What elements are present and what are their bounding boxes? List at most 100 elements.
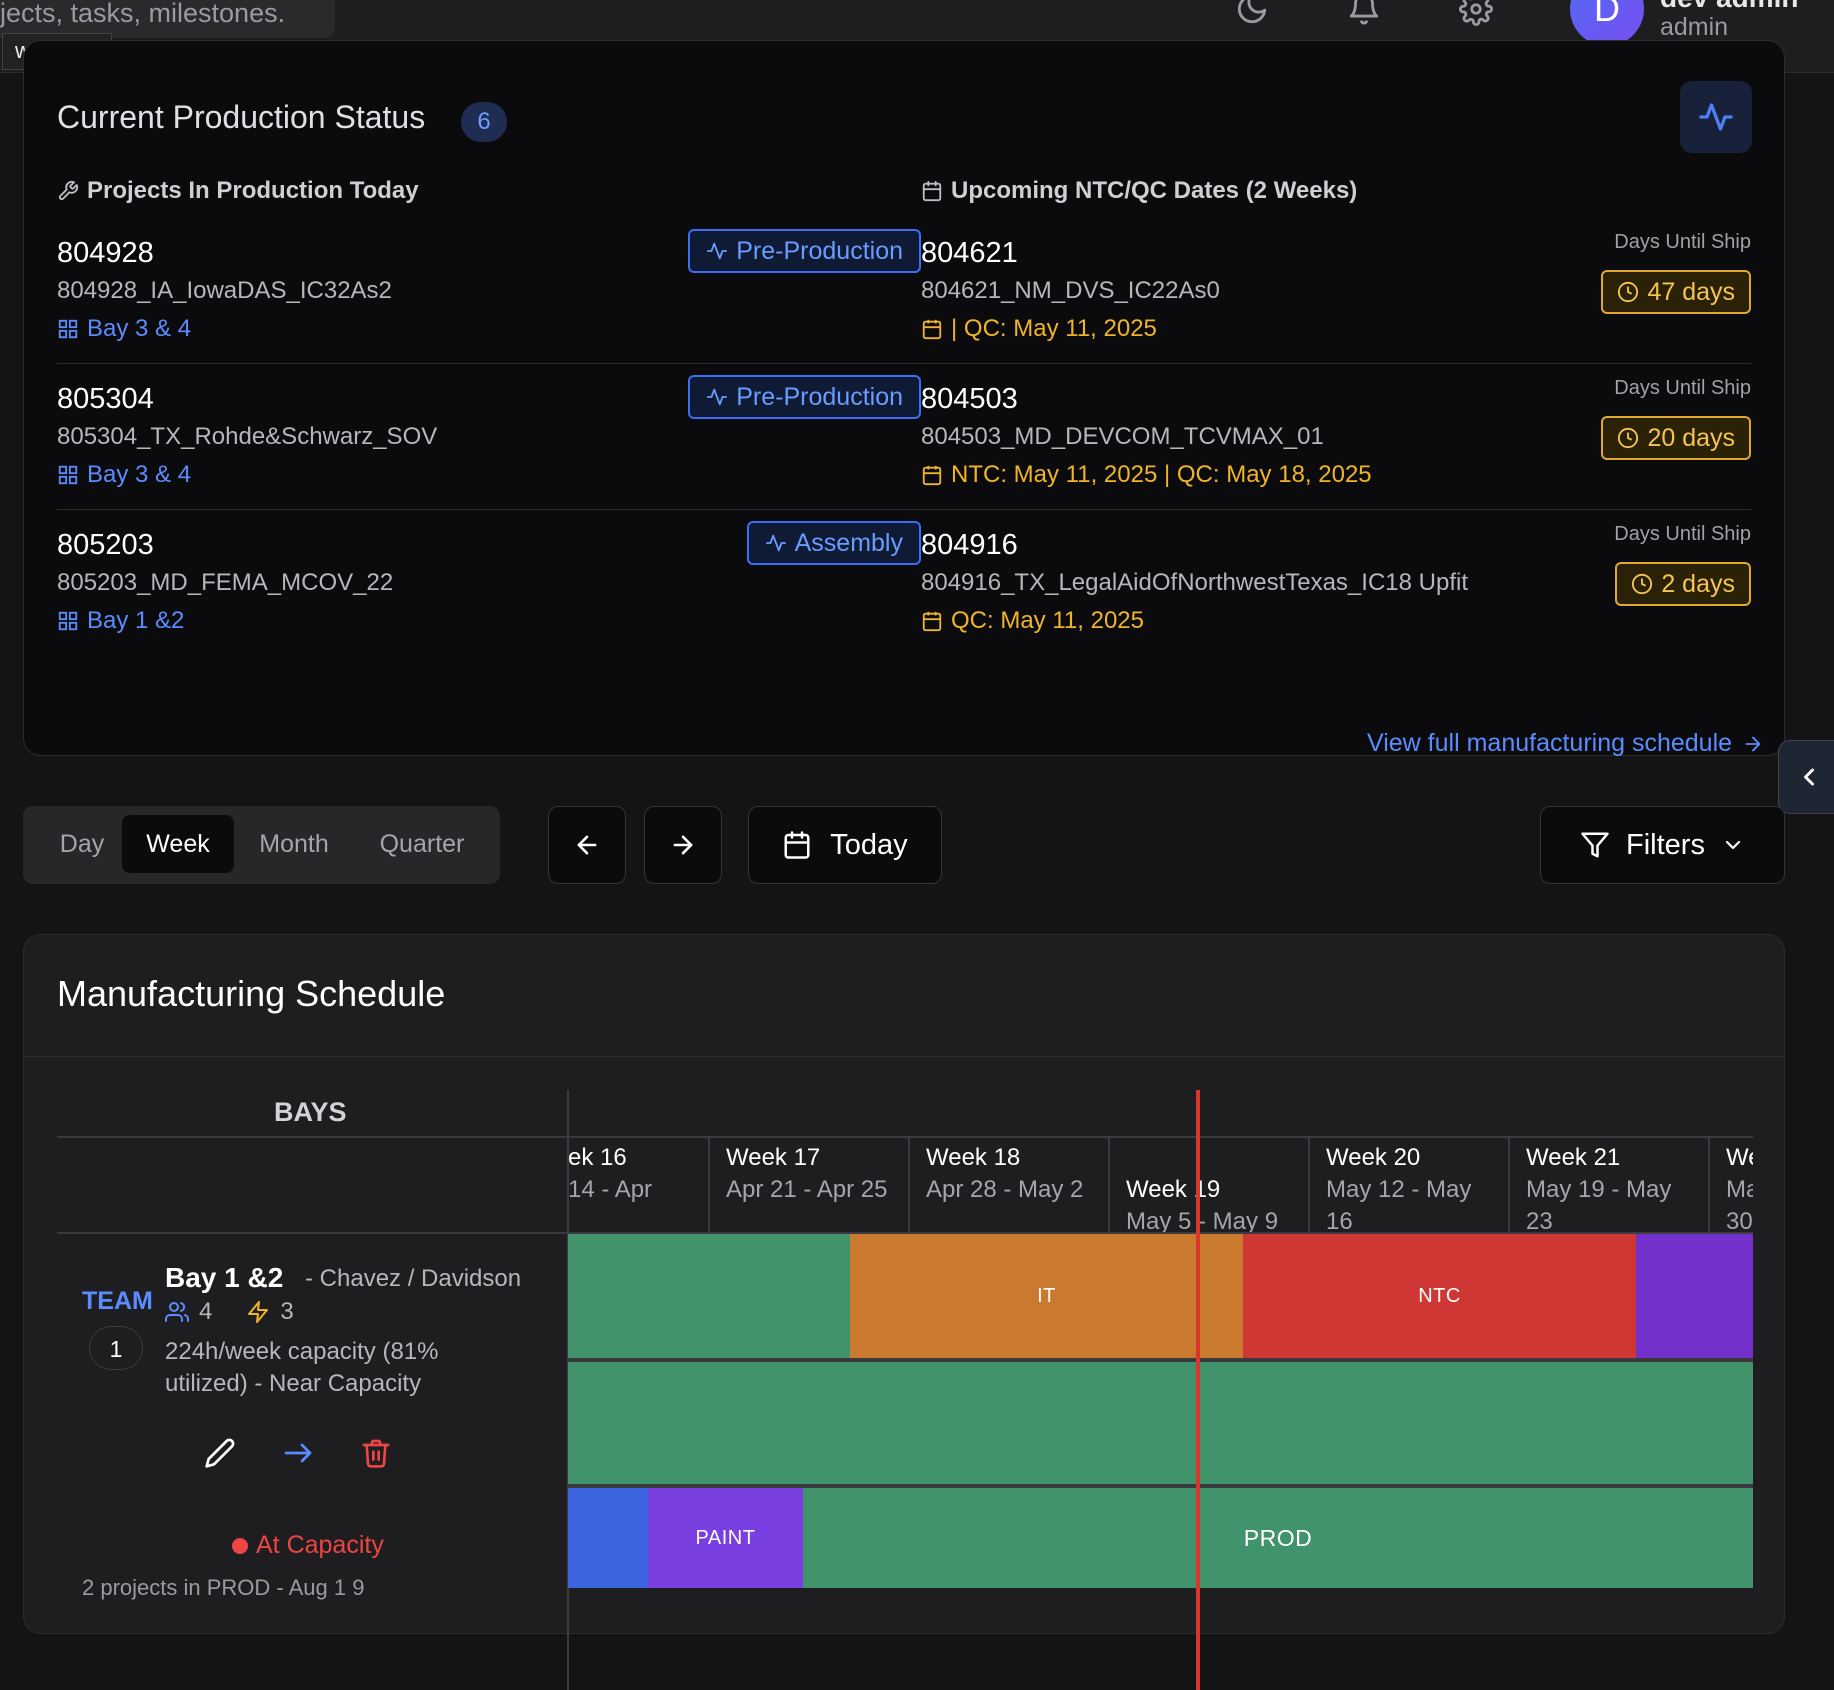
moon-icon[interactable] xyxy=(1235,0,1269,26)
project-name: 804916_TX_LegalAidOfNorthwestTexas_IC18 … xyxy=(921,569,1468,596)
row-divider xyxy=(921,509,1751,510)
collapse-panel-button[interactable] xyxy=(1778,740,1834,814)
filters-dropdown-button[interactable]: Filters xyxy=(1540,806,1785,884)
calendar-icon xyxy=(921,610,943,632)
project-bay[interactable]: Bay 3 & 4 xyxy=(57,315,191,343)
previous-button[interactable] xyxy=(548,806,626,884)
row-divider xyxy=(921,363,1751,364)
stage-badge-label: Assembly xyxy=(794,528,903,557)
project-bay[interactable]: Bay 1 &2 xyxy=(57,607,184,635)
upcoming-project-row[interactable]: 804621 804621_NM_DVS_IC22As0 | QC: May 1… xyxy=(921,231,1751,382)
today-marker-line xyxy=(1196,1090,1200,1690)
calendar-icon xyxy=(782,830,812,860)
schedule-title: Manufacturing Schedule xyxy=(57,973,446,1014)
schedule-lane: IT NTC xyxy=(568,1234,1753,1358)
phase-block[interactable] xyxy=(568,1362,1753,1484)
stage-badge: Pre-Production xyxy=(688,375,921,419)
bay-managers: - Chavez / Davidson xyxy=(305,1265,522,1292)
chevron-left-icon xyxy=(1795,763,1834,791)
today-button[interactable]: Today xyxy=(748,806,942,884)
move-arrow-icon[interactable] xyxy=(282,1437,314,1469)
production-status-title: Current Production Status xyxy=(57,99,426,135)
upcoming-project-row[interactable]: 804503 804503_MD_DEVCOM_TCVMAX_01 NTC: M… xyxy=(921,377,1751,528)
view-full-schedule-text: View full manufacturing schedule xyxy=(1367,729,1733,757)
edit-pencil-icon[interactable] xyxy=(204,1437,236,1469)
wrench-icon xyxy=(57,180,79,202)
project-number: 804503 xyxy=(921,383,1018,415)
view-day-button[interactable]: Day xyxy=(33,815,131,873)
bay-staff-stats: 4 3 xyxy=(165,1298,294,1326)
stage-badge: Assembly xyxy=(746,521,921,565)
stage-badge-label: Pre-Production xyxy=(736,382,903,411)
production-count-badge: 6 xyxy=(461,102,507,142)
clock-icon xyxy=(1631,573,1653,595)
days-until-ship-badge: 47 days xyxy=(1601,270,1751,314)
bays-column-header: BAYS xyxy=(274,1097,347,1127)
project-number: 804916 xyxy=(921,529,1018,561)
days-value: 20 days xyxy=(1647,423,1735,452)
stage-badge: Pre-Production xyxy=(688,229,921,273)
ntc-qc-dates-text: NTC: May 11, 2025 | QC: May 18, 2025 xyxy=(951,461,1372,488)
project-bay-label: Bay 3 & 4 xyxy=(87,315,192,342)
view-month-button[interactable]: Month xyxy=(234,815,354,873)
view-mode-switcher: Day Week Month Quarter xyxy=(23,806,500,884)
phase-block-it[interactable]: IT xyxy=(850,1234,1243,1358)
production-project-row[interactable]: 805203 805203_MD_FEMA_MCOV_22 Bay 1 &2 A… xyxy=(57,521,921,674)
production-project-row[interactable]: 804928 804928_IA_IowaDAS_IC32As2 Bay 3 &… xyxy=(57,229,921,382)
project-number: 805203 xyxy=(57,529,154,561)
ntc-qc-dates: | QC: May 11, 2025 xyxy=(921,315,1157,343)
calendar-icon xyxy=(921,464,943,486)
project-bay[interactable]: Bay 3 & 4 xyxy=(57,461,191,489)
timeline[interactable]: ek 16 14 - Apr Week 17 Apr 21 - Apr 25 W… xyxy=(568,1090,1753,1690)
schedule-lane: PAINT PROD xyxy=(568,1488,1753,1690)
user-role: admin xyxy=(1660,13,1729,41)
production-project-row[interactable]: 805304 805304_TX_Rohde&Schwarz_SOV Bay 3… xyxy=(57,375,921,528)
view-quarter-button[interactable]: Quarter xyxy=(354,815,490,873)
week-title: Week 19 xyxy=(1126,1176,1221,1203)
phase-block-ntc[interactable]: NTC xyxy=(1243,1234,1636,1358)
view-week-button[interactable]: Week xyxy=(122,815,234,873)
prod-summary: 2 projects in PROD - Aug 1 9 xyxy=(82,1575,365,1600)
phase-block-paint[interactable]: PAINT xyxy=(648,1488,803,1588)
project-name: 805203_MD_FEMA_MCOV_22 xyxy=(57,569,394,596)
divider xyxy=(57,1232,568,1234)
team-number-badge: 1 xyxy=(89,1326,143,1370)
grid-icon xyxy=(57,610,79,632)
bell-icon[interactable] xyxy=(1347,0,1381,26)
bay-name: Bay 1 &2 xyxy=(165,1262,284,1293)
bay-capacity-text: 224h/week capacity (81% utilized) - Near… xyxy=(165,1338,439,1397)
project-name: 804928_IA_IowaDAS_IC32As2 xyxy=(57,277,392,304)
project-name: 804621_NM_DVS_IC22As0 xyxy=(921,277,1220,304)
days-until-ship-label: Days Until Ship xyxy=(1614,231,1751,253)
week-dates: Apr 21 - Apr 25 xyxy=(726,1176,888,1203)
project-bay-label: Bay 3 & 4 xyxy=(87,461,192,488)
days-until-ship-badge: 2 days xyxy=(1615,562,1751,606)
view-full-schedule-link[interactable]: View full manufacturing schedule xyxy=(1367,729,1764,758)
filters-label: Filters xyxy=(1626,828,1705,861)
phase-block[interactable] xyxy=(568,1234,850,1358)
ntc-qc-dates: NTC: May 11, 2025 | QC: May 18, 2025 xyxy=(921,461,1372,489)
phase-block[interactable] xyxy=(568,1488,648,1588)
activity-pulse-icon[interactable] xyxy=(1680,81,1752,153)
next-button[interactable] xyxy=(644,806,722,884)
ntc-qc-dates-text: QC: May 11, 2025 xyxy=(951,607,1144,634)
capacity-status-text: At Capacity xyxy=(256,1531,384,1559)
week-column-header: Week 20 May 12 - May 16 xyxy=(1308,1138,1508,1235)
days-value: 2 days xyxy=(1661,569,1735,598)
week-dates: May 12 - May 16 xyxy=(1326,1176,1472,1235)
schedule-lane xyxy=(568,1362,1753,1484)
phase-block-prod[interactable]: PROD xyxy=(803,1488,1753,1588)
settings-gear-icon[interactable] xyxy=(1459,0,1493,26)
capacity-status: At Capacity xyxy=(232,1531,384,1560)
staff-count: 4 xyxy=(199,1298,213,1325)
arrow-left-icon xyxy=(573,831,601,859)
week-column-header: We Ma 30 xyxy=(1708,1138,1753,1235)
divider xyxy=(57,1136,568,1138)
trash-icon[interactable] xyxy=(360,1437,392,1469)
lightning-icon xyxy=(246,1300,270,1324)
upcoming-project-row[interactable]: 804916 804916_TX_LegalAidOfNorthwestTexa… xyxy=(921,523,1751,674)
week-column-header: Week 18 Apr 28 - May 2 xyxy=(908,1138,1108,1232)
activity-icon xyxy=(765,532,787,554)
phase-block[interactable] xyxy=(1636,1234,1753,1358)
users-icon xyxy=(165,1300,189,1324)
